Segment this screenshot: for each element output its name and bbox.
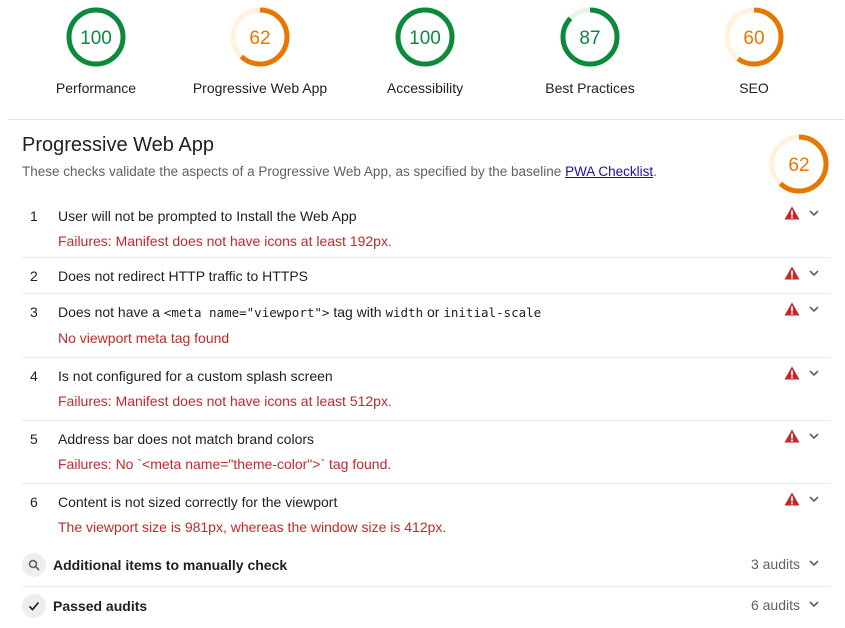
- audit-failure: Failures: Manifest does not have icons a…: [58, 233, 392, 249]
- audit-failure: The viewport size is 981px, whereas the …: [58, 519, 447, 535]
- gauge-label: Accessibility: [386, 80, 464, 96]
- audit-title: Is not configured for a custom splash sc…: [58, 368, 333, 384]
- gauge-score: 100: [80, 28, 112, 49]
- audit-row[interactable]: 4 Is not configured for a custom splash …: [22, 358, 830, 421]
- category-description: These checks validate the aspects of a P…: [22, 164, 657, 179]
- audit-title: Does not have a <meta name="viewport"> t…: [58, 304, 541, 320]
- score-ring: 62: [230, 7, 290, 67]
- score-ring: 87: [560, 7, 620, 67]
- warning-icon: [784, 429, 800, 443]
- category-score: 62: [788, 155, 809, 176]
- audit-number: 2: [30, 268, 38, 284]
- chevron-down-icon[interactable]: [808, 493, 820, 505]
- audit-row[interactable]: 1 User will not be prompted to Install t…: [22, 198, 830, 258]
- pwa-checklist-link[interactable]: PWA Checklist: [565, 164, 653, 179]
- audit-count: 3 audits: [750, 556, 800, 572]
- category-score-gauge: 62: [768, 133, 830, 200]
- gauge-label: Best Practices: [545, 80, 635, 96]
- audit-row[interactable]: 5 Address bar does not match brand color…: [22, 421, 830, 484]
- warning-icon: [784, 492, 800, 506]
- gauge-score: 100: [409, 28, 441, 49]
- score-gauges: 100 Performance 62 Progressive Web App 1…: [0, 0, 845, 110]
- gauge-score: 60: [743, 28, 764, 49]
- title-text: or: [423, 304, 444, 320]
- code-meta-viewport: <meta name="viewport">: [163, 305, 330, 320]
- title-text: Does not have a: [58, 304, 164, 320]
- title-text: tag with: [329, 304, 386, 320]
- chevron-down-icon[interactable]: [808, 598, 820, 610]
- divider: [8, 119, 844, 120]
- audit-title: Content is not sized correctly for the v…: [58, 494, 338, 510]
- description-text: These checks validate the aspects of a P…: [22, 164, 566, 179]
- warning-icon: [784, 366, 800, 380]
- audit-number: 6: [30, 494, 38, 510]
- gauge-performance[interactable]: 100 Performance: [16, 6, 176, 96]
- audit-row[interactable]: 3 Does not have a <meta name="viewport">…: [22, 294, 830, 358]
- gauge-score: 87: [579, 28, 600, 49]
- audit-failure: No viewport meta tag found: [58, 330, 230, 346]
- gauge-seo[interactable]: 60 SEO: [674, 6, 834, 96]
- group-title: Additional items to manually check: [53, 557, 288, 573]
- gauge-best-practices[interactable]: 87 Best Practices: [510, 6, 670, 96]
- audit-number: 3: [30, 304, 38, 320]
- score-ring: 100: [395, 7, 455, 67]
- category-score-ring: 62: [769, 134, 829, 194]
- chevron-down-icon[interactable]: [808, 557, 820, 569]
- score-ring: 100: [66, 7, 126, 67]
- audit-title: Address bar does not match brand colors: [58, 431, 315, 447]
- score-ring: 60: [724, 7, 784, 67]
- gauge-score: 62: [249, 28, 270, 49]
- audit-row[interactable]: 6 Content is not sized correctly for the…: [22, 484, 830, 542]
- chevron-down-icon[interactable]: [808, 267, 820, 279]
- chevron-down-icon[interactable]: [808, 367, 820, 379]
- gauge-label: Performance: [55, 80, 137, 96]
- gauge-pwa[interactable]: 62 Progressive Web App: [180, 6, 340, 96]
- gauge-accessibility[interactable]: 100 Accessibility: [345, 6, 505, 96]
- passed-audits-group[interactable]: Passed audits 6 audits: [22, 594, 830, 620]
- code-width: width: [385, 305, 424, 320]
- audit-row[interactable]: 2 Does not redirect HTTP traffic to HTTP…: [22, 258, 830, 294]
- audit-number: 1: [30, 208, 38, 224]
- chevron-down-icon[interactable]: [808, 430, 820, 442]
- audit-number: 5: [30, 431, 38, 447]
- warning-icon: [784, 266, 800, 280]
- group-title: Passed audits: [53, 598, 148, 614]
- manual-checks-group[interactable]: Additional items to manually check 3 aud…: [22, 553, 830, 579]
- chevron-down-icon[interactable]: [808, 303, 820, 315]
- audit-failure: Failures: No `<meta name="theme-color">`…: [58, 456, 392, 472]
- gauge-label: Progressive Web App: [192, 80, 328, 96]
- audit-failure: Failures: Manifest does not have icons a…: [58, 393, 392, 409]
- warning-icon: [784, 206, 800, 220]
- gauge-label: SEO: [739, 80, 769, 96]
- audit-title: Does not redirect HTTP traffic to HTTPS: [58, 268, 309, 284]
- description-end: .: [653, 164, 657, 179]
- audit-number: 4: [30, 368, 38, 384]
- chevron-down-icon[interactable]: [808, 207, 820, 219]
- code-initial-scale: initial-scale: [443, 305, 542, 320]
- category-title: Progressive Web App: [22, 134, 214, 156]
- check-icon: [22, 594, 46, 618]
- search-icon: [22, 553, 46, 577]
- divider: [22, 586, 830, 587]
- audit-title: User will not be prompted to Install the…: [58, 208, 357, 224]
- warning-icon: [784, 302, 800, 316]
- audit-count: 6 audits: [750, 597, 800, 613]
